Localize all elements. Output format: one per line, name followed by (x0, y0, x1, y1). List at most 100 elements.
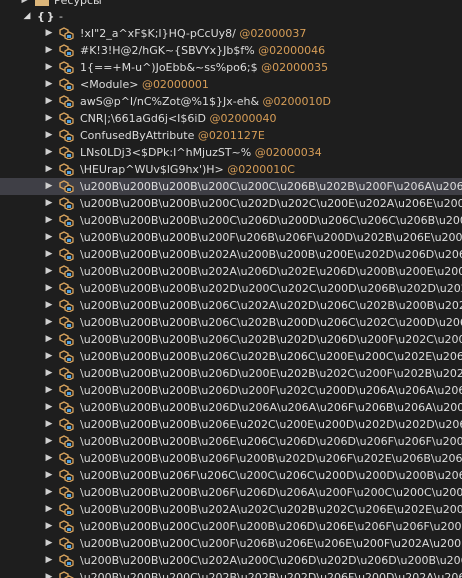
assembly-tree-view[interactable]: ▶ Ресурсы ◢ { } - ▶ !xI"2_a^xF$K;I}HQ-pCc… (0, 0, 462, 578)
tree-item-type[interactable]: ▶ \u200B\u200B\u200B\u206F\u206D\u206A\u2… (0, 484, 462, 501)
tree-item-type[interactable]: ▶ \u200B\u200B\u200B\u206C\u202A\u202D\u2… (0, 297, 462, 314)
class-icon (58, 554, 74, 568)
tree-item-type[interactable]: ▶ \u200B\u200B\u200B\u202A\u206D\u202E\u2… (0, 263, 462, 280)
expand-arrow-icon[interactable]: ▶ (44, 518, 54, 535)
type-name: \u200B\u200B\u206F\u206C\u200C\u206C\u20… (80, 469, 462, 482)
tree-item-type[interactable]: ▶ \u200B\u200B\u200B\u206F\u200B\u202D\u2… (0, 450, 462, 467)
class-icon (58, 333, 74, 347)
tree-item-type[interactable]: ▶ \u200B\u200B\u200B\u206E\u206C\u206D\u2… (0, 433, 462, 450)
tree-item-type[interactable]: ▶ awS@p^I/nC%Zot@%1$}Jx-eh& @0200010D (0, 93, 462, 110)
expand-arrow-icon[interactable]: ▶ (44, 484, 54, 501)
expand-arrow-icon[interactable]: ▶ (44, 416, 54, 433)
tree-item-type[interactable]: ▶ \u200B\u200B\u200B\u202D\u200C\u202C\u2… (0, 280, 462, 297)
class-icon (58, 180, 74, 194)
class-icon (58, 197, 74, 211)
expand-arrow-icon[interactable]: ▶ (44, 42, 54, 59)
class-icon (58, 520, 74, 534)
expand-arrow-icon[interactable]: ▶ (44, 467, 54, 484)
type-name: \u200B\u200B\u200C\u202A\u200C\u206D\u20… (80, 554, 462, 567)
tree-item-type[interactable]: ▶ \u200B\u200B\u200C\u202A\u200C\u206D\u2… (0, 552, 462, 569)
expand-arrow-icon[interactable]: ▶ (44, 246, 54, 263)
tree-item-type[interactable]: ▶ \u200B\u200B\u200B\u200C\u202D\u202C\u2… (0, 195, 462, 212)
expand-arrow-icon[interactable]: ▶ (44, 110, 54, 127)
tree-item-type[interactable]: ▶ \u200B\u200B\u200B\u206D\u206A\u206A\u2… (0, 399, 462, 416)
type-name: !xI"2_a^xF$K;I}HQ-pCcUy8/ (80, 27, 236, 40)
type-name: 1{==+M-u^)JoEbb&~ss%po6;$ (80, 61, 258, 74)
tree-item-type[interactable]: ▶ CNR|;\661aGd6j<I$6iD @02000040 (0, 110, 462, 127)
tree-item-type[interactable]: ▶ \u200B\u200B\u200B\u202A\u202C\u202B\u2… (0, 501, 462, 518)
type-name: #K!3!H@2/hGK~{SBVYx}Jb$f% (80, 44, 255, 57)
metadata-token: @02000037 (239, 27, 307, 40)
type-name: ConfusedByAttribute (80, 129, 195, 142)
expand-arrow-icon[interactable]: ▶ (44, 297, 54, 314)
tree-item-type[interactable]: ▶ <Module> @02000001 (0, 76, 462, 93)
tree-item-type[interactable]: ▶ \HEUrap^WUv$lG9hx')H> @0200010C (0, 161, 462, 178)
expand-arrow-icon[interactable]: ▶ (44, 93, 54, 110)
type-name: \u200B\u200B\u200B\u200C\u200C\u206B\u20… (80, 180, 462, 193)
tree-item-type[interactable]: ▶ \u200B\u200B\u200B\u200C\u206D\u200D\u2… (0, 212, 462, 229)
expand-arrow-icon[interactable]: ▶ (44, 127, 54, 144)
expand-arrow-icon[interactable]: ▶ (44, 195, 54, 212)
type-name: \HEUrap^WUv$lG9hx')H> (80, 163, 224, 176)
metadata-token: @02000046 (258, 44, 326, 57)
tree-item-type[interactable]: ▶ !xI"2_a^xF$K;I}HQ-pCcUy8/ @02000037 (0, 25, 462, 42)
expand-arrow-icon[interactable]: ▶ (44, 399, 54, 416)
tree-item-type[interactable]: ▶ \u200B\u200B\u200B\u200F\u206B\u206F\u2… (0, 229, 462, 246)
tree-item-type[interactable]: ▶ \u200B\u200B\u200C\u200F\u200B\u206D\u2… (0, 518, 462, 535)
tree-item-type[interactable]: ▶ \u200B\u200B\u206F\u206C\u200C\u206C\u2… (0, 467, 462, 484)
tree-item-type[interactable]: ▶ \u200B\u200B\u200B\u206D\u200F\u202C\u2… (0, 382, 462, 399)
tree-item-type[interactable]: ▶ 1{==+M-u^)JoEbb&~ss%po6;$ @02000035 (0, 59, 462, 76)
expand-arrow-icon[interactable]: ▶ (44, 76, 54, 93)
class-icon (58, 95, 74, 109)
tree-item-type[interactable]: ▶ \u200B\u200B\u200B\u202A\u200B\u200B\u2… (0, 246, 462, 263)
expand-arrow-icon[interactable]: ▶ (44, 263, 54, 280)
expand-arrow-icon[interactable]: ▶ (44, 161, 54, 178)
tree-item-type[interactable]: ▶ \u200B\u200B\u200B\u206C\u202B\u202D\u2… (0, 331, 462, 348)
tree-item-type[interactable]: ▶ #K!3!H@2/hGK~{SBVYx}Jb$f% @02000046 (0, 42, 462, 59)
tree-item-label: - (59, 10, 63, 23)
expand-arrow-icon[interactable]: ▶ (44, 569, 54, 578)
expand-arrow-icon[interactable]: ▶ (44, 501, 54, 518)
expand-arrow-icon[interactable]: ▶ (44, 314, 54, 331)
type-name: \u200B\u200B\u200B\u200C\u202D\u202C\u20… (80, 197, 462, 210)
class-icon (58, 486, 74, 500)
expand-arrow-icon[interactable]: ▶ (44, 535, 54, 552)
expand-arrow-icon[interactable]: ▶ (44, 144, 54, 161)
class-icon (58, 384, 74, 398)
expand-arrow-icon[interactable]: ▶ (44, 59, 54, 76)
expand-arrow-icon[interactable]: ▶ (44, 365, 54, 382)
metadata-token: @02000035 (261, 61, 329, 74)
class-icon (58, 435, 74, 449)
tree-item-type[interactable]: ▶ \u200B\u200B\u200B\u206C\u202B\u206C\u2… (0, 348, 462, 365)
tree-item-type[interactable]: ▶ \u200B\u200B\u200B\u206D\u200E\u202B\u2… (0, 365, 462, 382)
type-name: \u200B\u200B\u200B\u206C\u202B\u202D\u20… (80, 333, 462, 346)
type-name: \u200B\u200B\u200C\u200F\u206B\u206E\u20… (80, 537, 462, 550)
class-icon (58, 316, 74, 330)
expand-arrow-icon[interactable]: ▶ (44, 229, 54, 246)
type-name: \u200B\u200B\u200B\u206E\u206C\u206D\u20… (80, 435, 462, 448)
collapse-arrow-icon[interactable]: ◢ (22, 8, 32, 25)
tree-item-type[interactable]: ▶ \u200B\u200B\u200B\u200C\u200C\u206B\u2… (0, 178, 462, 195)
tree-item-type[interactable]: ▶ LNs0LDj3<$DPk:I^hMjuzST~% @02000034 (0, 144, 462, 161)
expand-arrow-icon[interactable]: ▶ (44, 433, 54, 450)
class-icon (58, 401, 74, 415)
metadata-token: @02000040 (209, 112, 277, 125)
expand-arrow-icon[interactable]: ▶ (44, 178, 54, 195)
class-icon (58, 112, 74, 126)
tree-item-type[interactable]: ▶ \u200B\u200B\u200C\u202B\u202B\u202D\u2… (0, 569, 462, 578)
expand-arrow-icon[interactable]: ▶ (44, 280, 54, 297)
expand-arrow-icon[interactable]: ▶ (44, 25, 54, 42)
tree-item-type[interactable]: ▶ ConfusedByAttribute @0201127E (0, 127, 462, 144)
tree-item-type[interactable]: ▶ \u200B\u200B\u200B\u206C\u202B\u200D\u2… (0, 314, 462, 331)
tree-item-namespace[interactable]: ◢ { } - (0, 8, 462, 25)
tree-item-type[interactable]: ▶ \u200B\u200B\u200B\u206E\u202C\u200E\u2… (0, 416, 462, 433)
expand-arrow-icon[interactable]: ▶ (44, 212, 54, 229)
metadata-token: @02000001 (141, 78, 209, 91)
tree-item-type[interactable]: ▶ \u200B\u200B\u200C\u200F\u206B\u206E\u2… (0, 535, 462, 552)
expand-arrow-icon[interactable]: ▶ (44, 382, 54, 399)
expand-arrow-icon[interactable]: ▶ (44, 331, 54, 348)
expand-arrow-icon[interactable]: ▶ (44, 552, 54, 569)
type-name: \u200B\u200B\u200B\u206F\u200B\u202D\u20… (80, 452, 462, 465)
expand-arrow-icon[interactable]: ▶ (44, 348, 54, 365)
expand-arrow-icon[interactable]: ▶ (44, 450, 54, 467)
